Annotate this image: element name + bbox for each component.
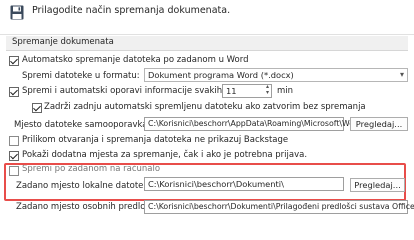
additional-places-label: Pokaži dodatna mjesta za spremanje, čak …	[22, 150, 308, 160]
no-backstage-label: Prilikom otvaranja i spremanja datoteka …	[22, 135, 289, 145]
default-local-field[interactable]: C:\Korisnici\beschorr\Dokumenti\	[144, 177, 344, 191]
autorecover-minutes-value: 11	[226, 86, 237, 96]
format-label: Spremi datoteke u formatu:	[22, 71, 140, 81]
no-backstage-checkbox[interactable]	[9, 136, 19, 146]
default-local-label: Zadano mjesto lokalne datoteke:	[16, 181, 157, 191]
autorecover-unit: min	[277, 86, 294, 96]
browse-autorecover-button[interactable]: Pregledaj...	[350, 117, 408, 131]
format-dropdown[interactable]: Dokument programa Word (*.docx) ▾	[144, 68, 408, 82]
autosave-label: Automatsko spremanje datoteka po zadanom…	[22, 55, 249, 65]
keep-version-label: Zadrži zadnju automatski spremljenu dato…	[44, 102, 366, 112]
stepper-arrows-icon[interactable]: ▴ ▾	[266, 84, 269, 96]
additional-places-checkbox[interactable]	[9, 151, 19, 161]
autorecover-location-field[interactable]: C:\Korisnici\beschorr\AppData\Roaming\Mi…	[144, 117, 365, 131]
keep-version-checkbox[interactable]	[32, 103, 42, 113]
section-title: Spremanje dokumenata	[12, 37, 114, 47]
header-title: Prilagodite način spremanja dokumenata.	[32, 5, 231, 16]
autorecover-location-label: Mjesto datoteke samooporavka:	[14, 120, 151, 130]
chevron-down-icon: ▾	[399, 70, 404, 79]
templates-value: C:\Korisnici\beschorr\Dokumenti\Prilagođ…	[148, 202, 414, 211]
format-dropdown-value: Dokument programa Word (*.docx)	[148, 70, 294, 80]
default-local-value: C:\Korisnici\beschorr\Dokumenti\	[148, 179, 284, 189]
autorecover-checkbox[interactable]	[9, 87, 19, 97]
autorecover-label: Spremi i automatski oporavi informacije …	[22, 86, 223, 96]
templates-field[interactable]: C:\Korisnici\beschorr\Dokumenti\Prilagođ…	[144, 200, 414, 214]
autosave-checkbox[interactable]	[9, 56, 19, 66]
browse-local-button[interactable]: Pregledaj...	[350, 178, 405, 192]
save-floppy-icon	[10, 5, 24, 20]
autorecover-location-value: C:\Korisnici\beschorr\AppData\Roaming\Mi…	[148, 119, 365, 128]
autorecover-minutes-stepper[interactable]: 11 ▴ ▾	[222, 84, 272, 98]
